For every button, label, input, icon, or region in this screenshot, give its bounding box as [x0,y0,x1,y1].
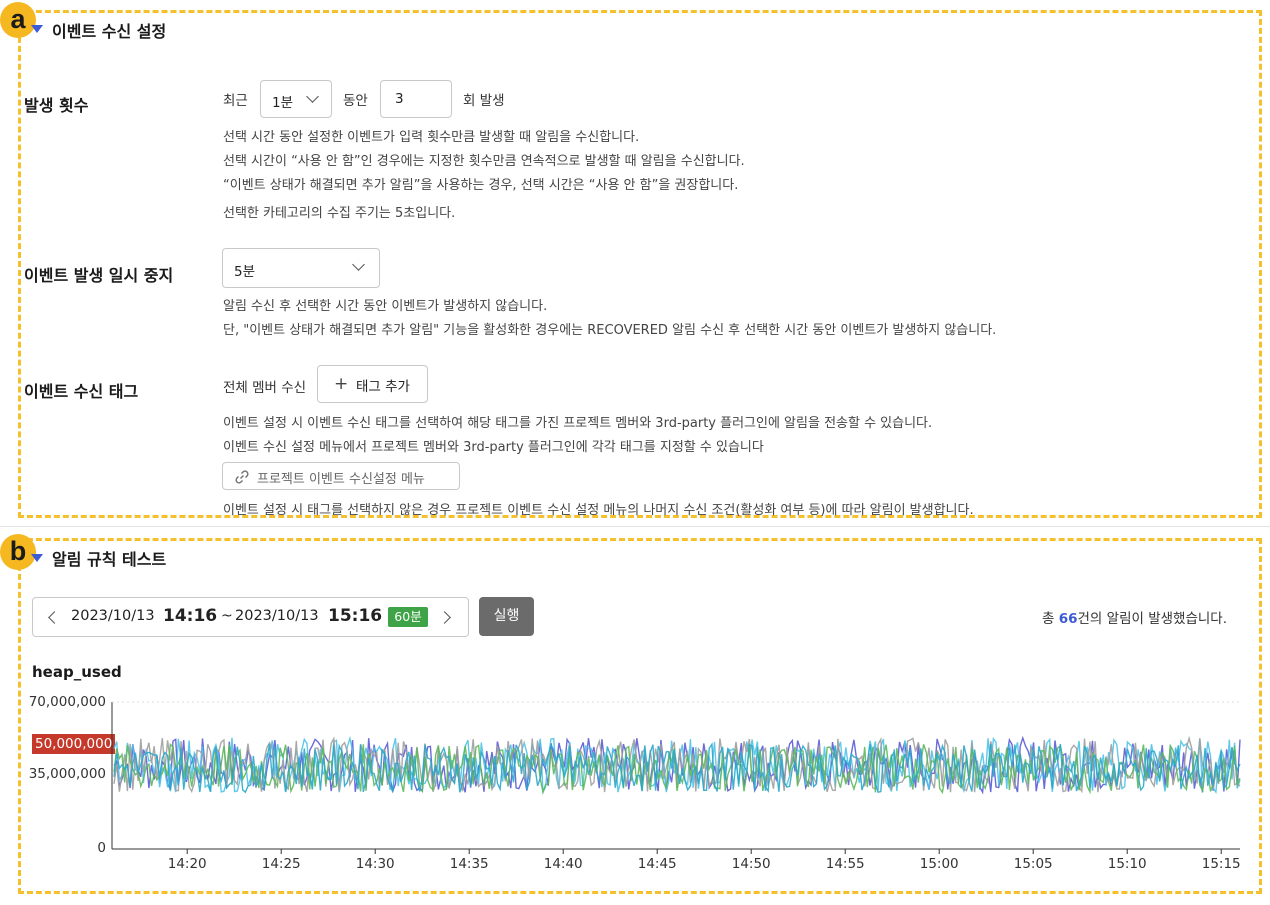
x-tick-label: 14:55 [826,856,865,872]
x-tick-label: 15:05 [1014,856,1053,872]
x-tick-label: 14:45 [638,856,677,872]
heap-used-chart[interactable]: 14:20 14:25 14:30 14:35 14:40 14:45 14:50 14:55… [0,0,1270,905]
x-tick-label: 15:10 [1108,856,1147,872]
x-tick-label: 15:15 [1202,856,1241,872]
x-tick-label: 14:40 [544,856,583,872]
x-tick-label: 14:25 [262,856,301,872]
x-tick-label: 14:30 [356,856,395,872]
x-tick-label: 15:00 [920,856,959,872]
x-tick-label: 14:35 [450,856,489,872]
x-tick-label: 14:20 [168,856,207,872]
x-tick-label: 14:50 [732,856,771,872]
